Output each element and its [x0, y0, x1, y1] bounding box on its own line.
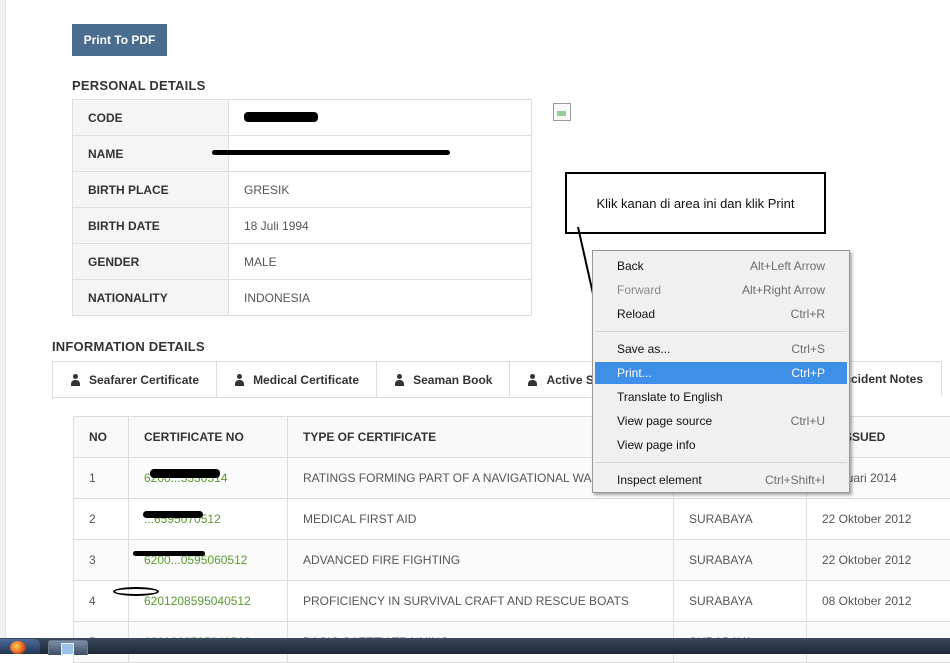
personal-label: NAME: [73, 136, 229, 172]
menu-label: Forward: [617, 283, 661, 297]
personal-row: GENDERMALE: [73, 244, 532, 280]
menu-shortcut: Ctrl+S: [791, 342, 825, 356]
menu-shortcut: Alt+Right Arrow: [742, 283, 825, 297]
page-left-edge: [0, 0, 6, 640]
cell-cert-no-link[interactable]: ...6595070512: [129, 499, 288, 540]
window-icon: [61, 643, 74, 655]
cell-date: 08 Oktober 2012: [807, 581, 950, 622]
personal-details-heading: PERSONAL DETAILS: [72, 78, 205, 93]
cell-no: 2: [74, 499, 129, 540]
tab-label: Medical Certificate: [253, 373, 359, 387]
personal-row: BIRTH PLACEGRESIK: [73, 172, 532, 208]
menu-item-save-as[interactable]: Save as... Ctrl+S: [595, 338, 847, 360]
personal-row: NATIONALITYINDONESIA: [73, 280, 532, 316]
details-tabs: Seafarer Certificate Medical Certificate…: [52, 361, 624, 397]
personal-value: GRESIK: [229, 172, 532, 208]
menu-shortcut: Ctrl+U: [791, 414, 825, 428]
table-row: 2 ...6595070512 MEDICAL FIRST AID SURABA…: [74, 499, 950, 540]
menu-label: Back: [617, 259, 644, 273]
personal-value: 18 Juli 1994: [229, 208, 532, 244]
menu-shortcut: Ctrl+P: [791, 366, 825, 380]
personal-row: BIRTH DATE18 Juli 1994: [73, 208, 532, 244]
cell-no: 4: [74, 581, 129, 622]
callout-text: Klik kanan di area ini dan klik Print: [597, 196, 795, 211]
personal-value: INDONESIA: [229, 280, 532, 316]
menu-label: Translate to English: [617, 390, 723, 404]
user-icon: [234, 374, 245, 386]
table-row: 4 6201208595040512 PROFICIENCY IN SURVIV…: [74, 581, 950, 622]
cell-type: PROFICIENCY IN SURVIVAL CRAFT AND RESCUE…: [288, 581, 674, 622]
cell-place: SURABAYA: [674, 540, 807, 581]
tab-seaman-book[interactable]: Seaman Book: [376, 361, 510, 398]
cell-place: SURABAYA: [674, 581, 807, 622]
menu-shortcut: Alt+Left Arrow: [750, 259, 825, 273]
personal-value: MALE: [229, 244, 532, 280]
table-row: 3 6200...0595060512 ADVANCED FIRE FIGHTI…: [74, 540, 950, 581]
user-icon: [394, 374, 405, 386]
menu-item-forward[interactable]: Forward Alt+Right Arrow: [595, 279, 847, 301]
personal-label: BIRTH DATE: [73, 208, 229, 244]
context-menu: Back Alt+Left Arrow Forward Alt+Right Arro…: [592, 250, 850, 493]
personal-label: BIRTH PLACE: [73, 172, 229, 208]
cell-date: 22 Oktober 2012: [807, 499, 950, 540]
cell-place: SURABAYA: [674, 499, 807, 540]
cell-type: ADVANCED FIRE FIGHTING: [288, 540, 674, 581]
taskbar: [0, 638, 950, 654]
redaction-mark: [133, 551, 205, 556]
menu-item-page-info[interactable]: View page info: [595, 434, 847, 456]
menu-item-reload[interactable]: Reload Ctrl+R: [595, 303, 847, 325]
cell-cert-no-link[interactable]: 6200...5330514: [129, 458, 288, 499]
menu-shortcut: Ctrl+Shift+I: [765, 473, 825, 487]
cell-cert-no-link[interactable]: 6201208595040512: [129, 581, 288, 622]
menu-label: Print...: [617, 366, 652, 380]
cell-no: 3: [74, 540, 129, 581]
tab-label: ccident Notes: [844, 372, 923, 386]
user-icon: [70, 374, 81, 386]
menu-item-print[interactable]: Print... Ctrl+P: [595, 362, 847, 384]
cell-type: MEDICAL FIRST AID: [288, 499, 674, 540]
col-header: CERTIFICATE NO: [129, 417, 288, 458]
personal-details-table: CODE NAME BIRTH PLACEGRESIK BIRTH DATE18…: [72, 99, 532, 316]
cell-date: 22 Oktober 2012: [807, 540, 950, 581]
personal-label: CODE: [73, 100, 229, 136]
menu-label: Inspect element: [617, 473, 702, 487]
redaction-mark: [244, 112, 318, 122]
menu-item-view-source[interactable]: View page source Ctrl+U: [595, 410, 847, 432]
menu-item-back[interactable]: Back Alt+Left Arrow: [595, 255, 847, 277]
redaction-mark: [143, 511, 203, 518]
redaction-mark: [150, 469, 220, 478]
tab-label: Seaman Book: [413, 373, 492, 387]
menu-separator: [595, 331, 847, 332]
menu-item-translate[interactable]: Translate to English: [595, 386, 847, 408]
redaction-mark: [113, 587, 159, 596]
cell-cert-no-link[interactable]: 6200...0595060512: [129, 540, 288, 581]
menu-shortcut: Ctrl+R: [791, 307, 825, 321]
menu-label: Save as...: [617, 342, 670, 356]
personal-label: NATIONALITY: [73, 280, 229, 316]
menu-item-inspect[interactable]: Inspect element Ctrl+Shift+I: [595, 469, 847, 491]
col-header: NO: [74, 417, 129, 458]
personal-label: GENDER: [73, 244, 229, 280]
broken-image-icon: [553, 103, 571, 121]
redaction-mark: [212, 150, 450, 155]
menu-separator: [595, 462, 847, 463]
menu-label: Reload: [617, 307, 655, 321]
tab-seafarer-certificate[interactable]: Seafarer Certificate: [52, 361, 217, 398]
print-to-pdf-button[interactable]: Print To PDF: [72, 24, 167, 56]
menu-label: View page info: [617, 438, 696, 452]
tab-medical-certificate[interactable]: Medical Certificate: [216, 361, 377, 398]
tab-label: Seafarer Certificate: [89, 373, 199, 387]
cell-no: 1: [74, 458, 129, 499]
information-details-heading: INFORMATION DETAILS: [52, 339, 205, 354]
start-orb-icon: [10, 641, 26, 654]
user-icon: [527, 374, 538, 386]
menu-label: View page source: [617, 414, 712, 428]
